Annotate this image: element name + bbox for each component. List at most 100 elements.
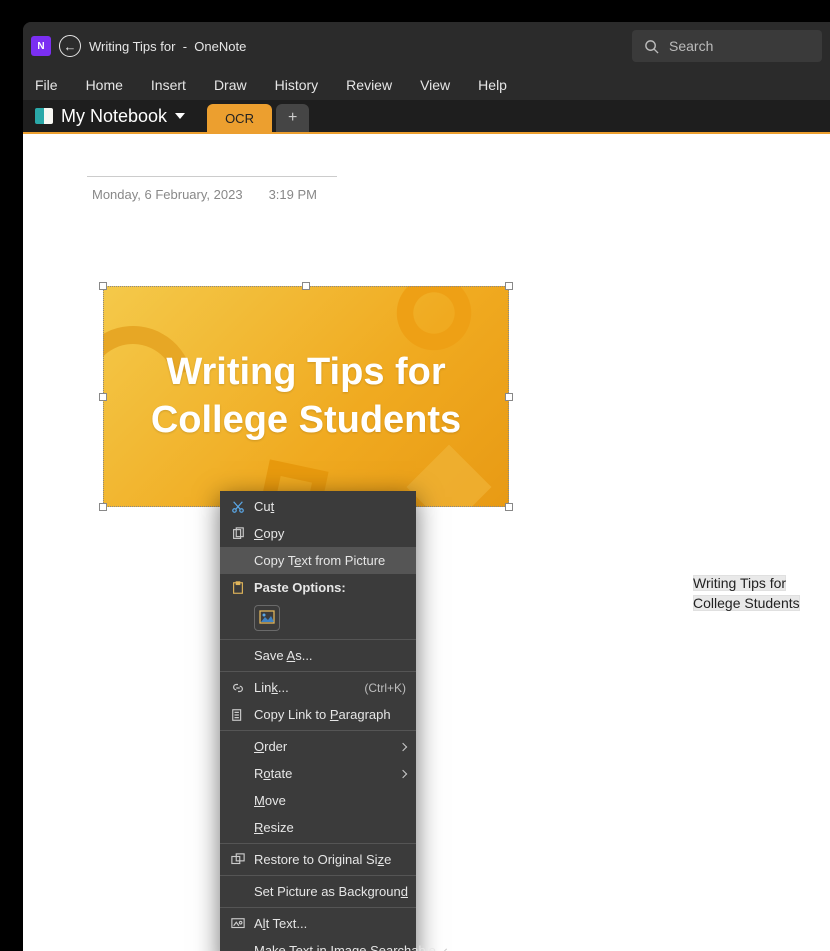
ctx-link-label: Link...	[254, 680, 356, 695]
image-content: Writing Tips for College Students	[103, 286, 509, 507]
menu-file[interactable]: File	[31, 73, 62, 97]
menu-history[interactable]: History	[271, 73, 323, 97]
title-underline	[87, 176, 337, 177]
blank-icon	[230, 739, 246, 755]
menu-review[interactable]: Review	[342, 73, 396, 97]
notebook-dropdown[interactable]: My Notebook	[23, 100, 197, 132]
ctx-resize[interactable]: Resize	[220, 814, 416, 841]
separator	[220, 730, 416, 731]
ctx-save-as[interactable]: Save As...	[220, 642, 416, 669]
scissors-icon	[230, 499, 246, 515]
ctx-order-label: Order	[254, 739, 392, 754]
page-time: 3:19 PM	[269, 187, 317, 202]
window-title: Writing Tips for - OneNote	[89, 39, 246, 54]
title-sep: -	[183, 39, 187, 54]
clipboard-icon	[230, 580, 246, 596]
title-bar: N Writing Tips for - OneNote Search	[23, 22, 830, 70]
ctx-restore-label: Restore to Original Size	[254, 852, 406, 867]
separator	[220, 671, 416, 672]
app-name: OneNote	[194, 39, 246, 54]
add-tab-button[interactable]: +	[276, 104, 309, 132]
blank-icon	[230, 553, 246, 569]
image-line2: College Students	[151, 399, 461, 441]
ctx-cut-label: Cut	[254, 499, 406, 514]
menu-bar: File Home Insert Draw History Review Vie…	[23, 70, 830, 100]
ocr-line2: College Students	[693, 595, 800, 611]
menu-insert[interactable]: Insert	[147, 73, 190, 97]
tab-ocr[interactable]: OCR	[207, 104, 272, 132]
ctx-copy-label: Copy	[254, 526, 406, 541]
alt-text-icon	[230, 916, 246, 932]
ctx-paste-options-label: Paste Options:	[254, 580, 406, 595]
ctx-resize-label: Resize	[254, 820, 406, 835]
blank-icon	[230, 793, 246, 809]
ctx-cut[interactable]: Cut	[220, 493, 416, 520]
notebook-icon	[35, 108, 53, 124]
blank-icon	[230, 766, 246, 782]
page-meta: Monday, 6 February, 2023 3:19 PM	[92, 187, 317, 202]
notebook-name: My Notebook	[61, 106, 167, 127]
ctx-copy-text-from-picture[interactable]: Copy Text from Picture	[220, 547, 416, 574]
ctx-save-as-label: Save As...	[254, 648, 406, 663]
notebook-tab-row: My Notebook OCR +	[23, 100, 830, 134]
page-date: Monday, 6 February, 2023	[92, 187, 243, 202]
ocr-line1: Writing Tips for	[693, 575, 786, 591]
app-window: N Writing Tips for - OneNote Search File…	[23, 22, 830, 951]
image-headline: Writing Tips for College Students	[151, 349, 461, 444]
ctx-link[interactable]: Link... (Ctrl+K)	[220, 674, 416, 701]
separator	[220, 907, 416, 908]
blank-icon	[230, 820, 246, 836]
ocr-result-text[interactable]: Writing Tips for College Students	[693, 574, 800, 613]
ctx-restore-original-size[interactable]: Restore to Original Size	[220, 846, 416, 873]
ctx-paste-options-header: Paste Options:	[220, 574, 416, 601]
chevron-right-icon	[399, 769, 407, 777]
ctx-move-label: Move	[254, 793, 406, 808]
menu-help[interactable]: Help	[474, 73, 511, 97]
image-line1: Writing Tips for	[166, 351, 445, 393]
blank-icon	[230, 943, 246, 951]
ctx-alt-text-label: Alt Text...	[254, 916, 406, 931]
ctx-move[interactable]: Move	[220, 787, 416, 814]
separator	[220, 843, 416, 844]
search-placeholder: Search	[669, 38, 713, 54]
blank-icon	[230, 648, 246, 664]
ctx-paste-option-picture	[220, 601, 416, 637]
menu-home[interactable]: Home	[82, 73, 127, 97]
paragraph-link-icon	[230, 707, 246, 723]
paste-keep-picture-button[interactable]	[254, 605, 280, 631]
decoration-ring	[389, 286, 479, 358]
back-button[interactable]	[59, 35, 81, 57]
ctx-copy-text-label: Copy Text from Picture	[254, 553, 406, 568]
app-icon: N	[31, 36, 51, 56]
ctx-link-hint: (Ctrl+K)	[364, 681, 406, 695]
picture-icon	[259, 610, 275, 626]
tab-label: OCR	[225, 111, 254, 126]
doc-title: Writing Tips for	[89, 39, 175, 54]
menu-view[interactable]: View	[416, 73, 454, 97]
plus-icon: +	[288, 109, 297, 127]
copy-icon	[230, 526, 246, 542]
ctx-rotate[interactable]: Rotate	[220, 760, 416, 787]
ctx-copy[interactable]: Copy	[220, 520, 416, 547]
context-menu: Cut Copy Copy Text from Picture Paste Op…	[220, 491, 416, 951]
inserted-image[interactable]: Writing Tips for College Students	[91, 274, 521, 519]
search-icon	[644, 39, 659, 54]
page-canvas[interactable]: Monday, 6 February, 2023 3:19 PM Writing…	[23, 134, 830, 951]
ctx-alt-text[interactable]: Alt Text...	[220, 910, 416, 937]
blank-icon	[230, 884, 246, 900]
ctx-set-background[interactable]: Set Picture as Background	[220, 878, 416, 905]
ctx-searchable-label: Make Text in Image Searchable	[254, 943, 436, 951]
chevron-right-icon	[399, 742, 407, 750]
ctx-copy-link-paragraph[interactable]: Copy Link to Paragraph	[220, 701, 416, 728]
menu-draw[interactable]: Draw	[210, 73, 251, 97]
ctx-order[interactable]: Order	[220, 733, 416, 760]
ctx-rotate-label: Rotate	[254, 766, 392, 781]
ctx-copy-link-label: Copy Link to Paragraph	[254, 707, 406, 722]
chevron-down-icon	[175, 113, 185, 119]
link-icon	[230, 680, 246, 696]
ctx-set-bg-label: Set Picture as Background	[254, 884, 408, 899]
ctx-make-searchable[interactable]: Make Text in Image Searchable	[220, 937, 416, 951]
restore-size-icon	[230, 852, 246, 868]
separator	[220, 639, 416, 640]
search-box[interactable]: Search	[632, 30, 822, 62]
